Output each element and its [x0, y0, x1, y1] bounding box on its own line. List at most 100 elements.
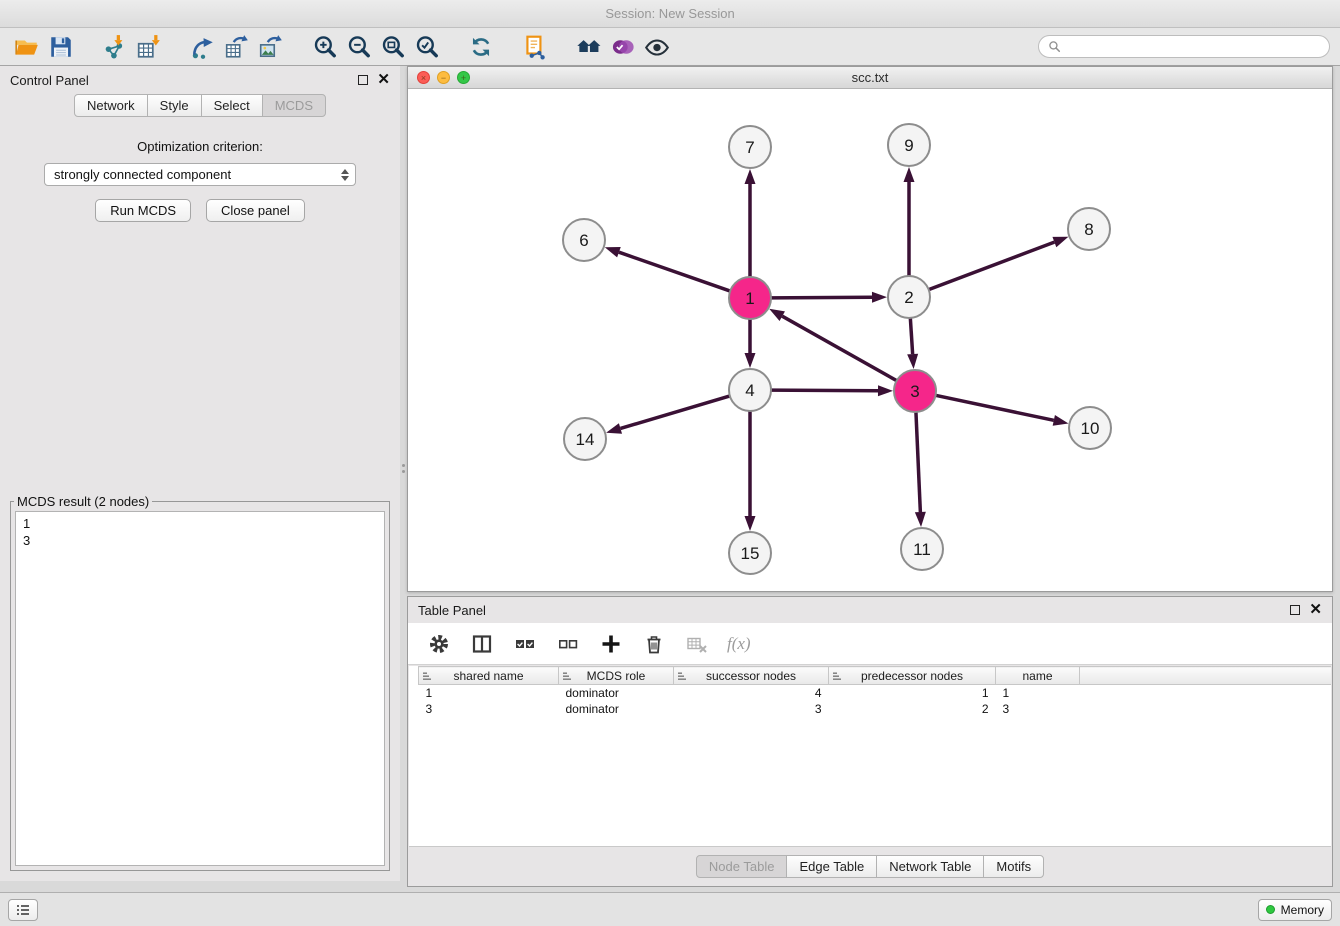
graph-edge-arrow [878, 385, 893, 396]
export-network-icon [190, 34, 216, 60]
zoom-out-icon [346, 34, 372, 60]
search-input[interactable] [1067, 39, 1320, 54]
unselect-all-columns-button[interactable] [555, 631, 581, 657]
close-panel-button[interactable]: Close panel [206, 199, 305, 222]
network-window-titlebar[interactable]: × − + scc.txt [408, 67, 1332, 89]
panel-splitter[interactable] [400, 66, 407, 881]
graph-edge-2-8[interactable] [929, 242, 1055, 290]
task-history-button[interactable] [8, 899, 38, 921]
tab-network-table[interactable]: Network Table [876, 855, 984, 878]
graph-edge-4-14[interactable] [620, 396, 729, 428]
add-row-button[interactable] [598, 631, 624, 657]
tab-motifs[interactable]: Motifs [983, 855, 1044, 878]
split-columns-button[interactable] [469, 631, 495, 657]
export-image-button[interactable] [254, 31, 288, 63]
maximize-window-icon[interactable]: + [457, 71, 470, 84]
split-columns-icon [471, 633, 493, 655]
zoom-fit-button[interactable] [376, 31, 410, 63]
graph-node-label: 2 [904, 288, 913, 307]
copy-view-button[interactable] [518, 31, 552, 63]
network-window: × − + scc.txt 7968124314101511 [407, 66, 1333, 592]
zoom-selected-button[interactable] [410, 31, 444, 63]
open-session-button[interactable] [10, 31, 44, 63]
graph-node-label: 4 [745, 381, 754, 400]
search-icon [1048, 40, 1061, 53]
graph-node-label: 10 [1081, 419, 1100, 438]
graph-edge-1-6[interactable] [619, 252, 730, 291]
memory-button[interactable]: Memory [1258, 899, 1332, 921]
tab-select[interactable]: Select [201, 94, 263, 117]
import-network-button[interactable] [98, 31, 132, 63]
optimization-criterion-label: Optimization criterion: [0, 139, 400, 154]
graph-edge-1-2[interactable] [771, 297, 872, 298]
graph-node-label: 15 [741, 544, 760, 563]
control-panel: Control Panel ✕ Network Style Select MCD… [0, 66, 400, 881]
refresh-view-button[interactable] [464, 31, 498, 63]
graph-node-label: 9 [904, 136, 913, 155]
float-panel-icon[interactable] [358, 75, 368, 85]
control-panel-tabs: Network Style Select MCDS [0, 94, 400, 117]
graph-edge-3-10[interactable] [936, 395, 1054, 420]
graph-edge-3-1[interactable] [782, 316, 896, 381]
plus-icon [600, 633, 622, 655]
column-header-name[interactable]: name [996, 667, 1080, 685]
table-tabs-bar: Node Table Edge Table Network Table Moti… [409, 846, 1331, 885]
tab-network[interactable]: Network [74, 94, 148, 117]
home-button[interactable] [572, 31, 606, 63]
save-floppy-icon [48, 34, 74, 60]
column-header-successor-nodes[interactable]: successor nodes [674, 667, 829, 685]
table-panel-title: Table Panel [418, 603, 486, 618]
table-toolbar: f(x) [408, 623, 1332, 665]
close-panel-icon[interactable]: ✕ [377, 75, 390, 85]
zoom-out-button[interactable] [342, 31, 376, 63]
main-toolbar [0, 28, 1340, 66]
graph-edge-2-3[interactable] [910, 318, 912, 354]
close-table-panel-icon[interactable]: ✕ [1309, 605, 1322, 615]
float-table-panel-icon[interactable] [1290, 605, 1300, 615]
select-all-columns-button[interactable] [512, 631, 538, 657]
column-header-shared-name[interactable]: shared name [419, 667, 559, 685]
graph-edge-arrow [769, 309, 785, 321]
run-mcds-button[interactable]: Run MCDS [95, 199, 191, 222]
graph-edge-arrow [605, 247, 621, 257]
table-row[interactable]: 3dominator323 [419, 701, 1332, 717]
delete-table-button[interactable] [684, 631, 710, 657]
column-header-predecessor-nodes[interactable]: predecessor nodes [829, 667, 996, 685]
optimization-criterion-select[interactable]: strongly connected component [44, 163, 356, 186]
graph-edge-arrow [1053, 415, 1069, 426]
minimize-window-icon[interactable]: − [437, 71, 450, 84]
tab-node-table[interactable]: Node Table [696, 855, 788, 878]
table-cell: 2 [829, 701, 996, 717]
table-row[interactable]: 1dominator411 [419, 685, 1332, 701]
graph-node-label: 6 [579, 231, 588, 250]
graph-edge-arrow [872, 292, 887, 303]
table-cell: 1 [996, 685, 1080, 701]
table-cell: 3 [674, 701, 829, 717]
table-cell: dominator [559, 701, 674, 717]
search-field[interactable] [1038, 35, 1330, 58]
close-window-icon[interactable]: × [417, 71, 430, 84]
table-settings-button[interactable] [426, 631, 452, 657]
function-builder-button[interactable]: f(x) [727, 634, 751, 654]
tab-mcds[interactable]: MCDS [262, 94, 326, 117]
tab-style[interactable]: Style [147, 94, 202, 117]
import-table-button[interactable] [132, 31, 166, 63]
graph-edge-3-11[interactable] [916, 412, 920, 512]
zoom-selected-icon [414, 34, 440, 60]
export-network-button[interactable] [186, 31, 220, 63]
show-graphics-details-button[interactable] [640, 31, 674, 63]
table-panel: Table Panel ✕ [407, 596, 1333, 887]
mcds-result-list[interactable]: 13 [15, 511, 385, 866]
save-session-button[interactable] [44, 31, 78, 63]
delete-row-button[interactable] [641, 631, 667, 657]
zoom-in-button[interactable] [308, 31, 342, 63]
column-header-mcds-role[interactable]: MCDS role [559, 667, 674, 685]
table-cell: 1 [419, 685, 559, 701]
export-table-button[interactable] [220, 31, 254, 63]
tab-edge-table[interactable]: Edge Table [786, 855, 877, 878]
copy-document-icon [522, 34, 548, 60]
network-canvas[interactable]: 7968124314101511 [408, 89, 1332, 591]
apply-style-button[interactable] [606, 31, 640, 63]
graph-edge-4-3[interactable] [771, 390, 878, 391]
graph-node-label: 8 [1084, 220, 1093, 239]
